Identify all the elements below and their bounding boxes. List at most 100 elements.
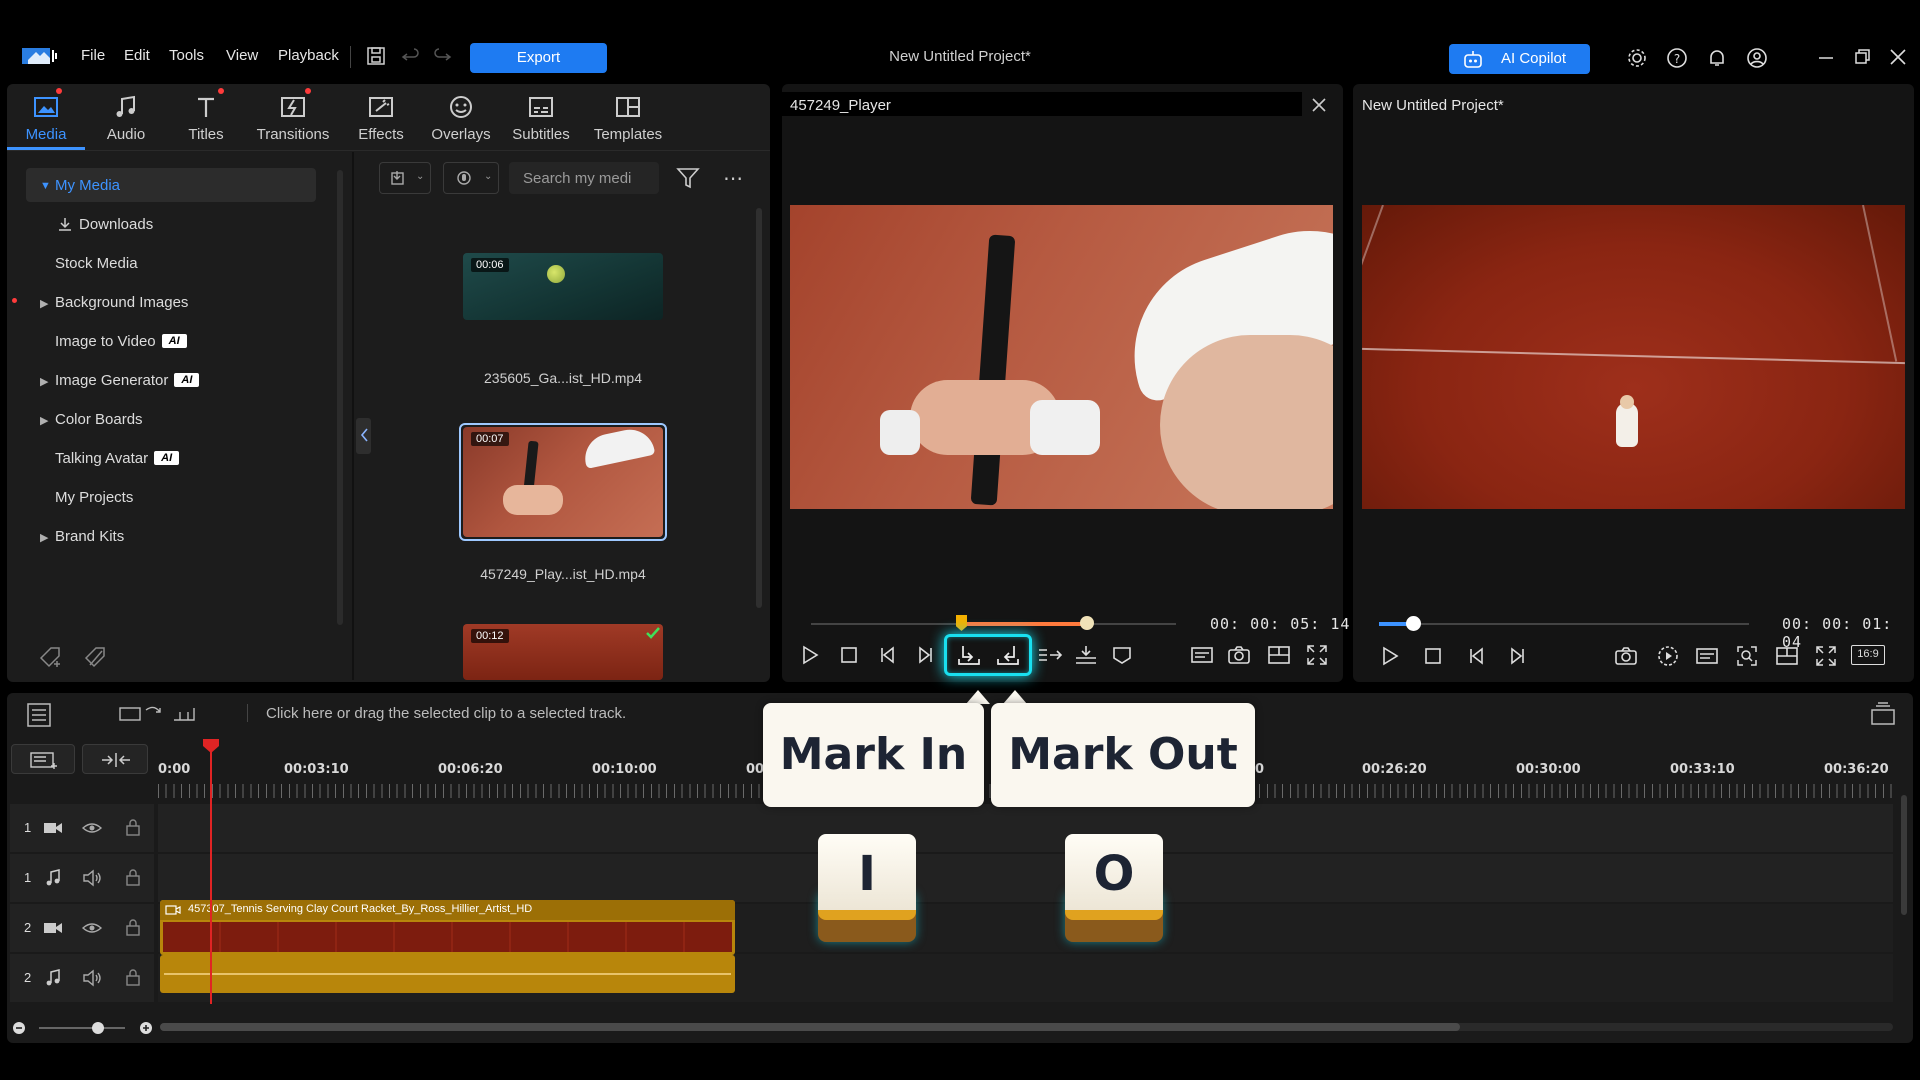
play-icon[interactable] bbox=[798, 643, 822, 667]
close-player-icon[interactable] bbox=[1311, 97, 1327, 113]
volume-speaker-icon[interactable] bbox=[82, 869, 102, 887]
tree-stock-media[interactable]: Stock Media bbox=[55, 255, 138, 272]
track-manager-button[interactable] bbox=[11, 744, 75, 774]
expand-caret-icon[interactable]: ▶ bbox=[40, 414, 48, 427]
close-icon[interactable] bbox=[1888, 47, 1912, 71]
tree-talking-avatar[interactable]: Talking Avatar AI bbox=[55, 450, 180, 467]
visibility-eye-icon[interactable] bbox=[82, 920, 102, 936]
overwrite-to-timeline-icon[interactable] bbox=[1073, 643, 1099, 667]
notification-bell-icon[interactable] bbox=[1706, 47, 1730, 71]
timeline-playhead[interactable] bbox=[210, 742, 212, 1004]
media-thumbnail-selected[interactable]: 00:07 bbox=[463, 427, 663, 537]
tree-downloads[interactable]: Downloads bbox=[79, 216, 153, 233]
save-icon[interactable] bbox=[366, 46, 390, 70]
subtitle-marker-icon[interactable] bbox=[1110, 643, 1134, 667]
tab-effects[interactable]: Effects bbox=[342, 92, 420, 143]
tab-transitions[interactable]: Transitions bbox=[253, 92, 333, 143]
settings-gear-icon[interactable] bbox=[1626, 47, 1650, 71]
fit-timeline-button[interactable] bbox=[82, 744, 148, 774]
lock-icon[interactable] bbox=[125, 818, 141, 836]
minimize-icon[interactable] bbox=[1816, 47, 1840, 71]
tab-titles[interactable]: Titles bbox=[167, 92, 245, 143]
tab-media[interactable]: Media bbox=[7, 92, 85, 143]
lock-icon[interactable] bbox=[125, 918, 141, 936]
import-media-button[interactable]: ⌄ bbox=[379, 162, 431, 194]
tree-image-generator[interactable]: Image Generator AI bbox=[55, 372, 200, 389]
video-track-1-lane[interactable] bbox=[158, 804, 1893, 852]
timeline-settings-icon[interactable] bbox=[1870, 702, 1896, 726]
help-icon[interactable]: ? bbox=[1666, 47, 1690, 71]
timeline-audio-clip[interactable] bbox=[160, 955, 735, 993]
next-frame-icon[interactable] bbox=[1505, 644, 1529, 668]
volume-speaker-icon[interactable] bbox=[82, 969, 102, 987]
redo-icon[interactable] bbox=[432, 46, 456, 70]
caption-icon[interactable] bbox=[1190, 643, 1214, 667]
aspect-ratio-button[interactable]: 16:9 bbox=[1851, 645, 1885, 665]
menu-tools[interactable]: Tools bbox=[169, 47, 204, 64]
render-preview-icon[interactable] bbox=[1656, 644, 1680, 668]
timeline-vertical-scrollbar[interactable] bbox=[1901, 795, 1907, 915]
fullscreen-icon[interactable] bbox=[1814, 644, 1838, 668]
ai-copilot-button[interactable]: AI Copilot bbox=[1449, 44, 1590, 74]
export-button[interactable]: Export bbox=[470, 43, 607, 73]
mark-in-icon[interactable] bbox=[956, 643, 982, 667]
tree-background-images[interactable]: Background Images bbox=[55, 294, 188, 311]
filter-icon[interactable] bbox=[676, 166, 700, 190]
menu-playback[interactable]: Playback bbox=[278, 47, 339, 64]
visibility-eye-icon[interactable] bbox=[82, 820, 102, 836]
insert-to-timeline-icon[interactable] bbox=[1037, 643, 1063, 667]
undo-icon[interactable] bbox=[401, 46, 425, 70]
safe-zone-icon[interactable] bbox=[1267, 643, 1291, 667]
expand-caret-icon[interactable]: ▶ bbox=[40, 297, 48, 310]
expand-caret-icon[interactable]: ▶ bbox=[40, 531, 48, 544]
snapshot-camera-icon[interactable] bbox=[1227, 643, 1251, 667]
tree-my-projects[interactable]: My Projects bbox=[55, 489, 133, 506]
remove-tag-icon[interactable] bbox=[83, 645, 109, 669]
stop-icon[interactable] bbox=[837, 643, 861, 667]
media-thumbnail[interactable]: 00:06 bbox=[463, 253, 663, 320]
tab-subtitles[interactable]: Subtitles bbox=[502, 92, 580, 143]
collapse-sidebar-button[interactable] bbox=[356, 418, 371, 454]
previous-frame-icon[interactable] bbox=[1465, 644, 1489, 668]
preview-scrub-track[interactable] bbox=[1379, 623, 1749, 625]
record-button[interactable]: ⌄ bbox=[443, 162, 499, 194]
search-input[interactable]: Search my medi bbox=[509, 162, 659, 194]
caption-icon[interactable] bbox=[1695, 644, 1719, 668]
tab-overlays[interactable]: Overlays bbox=[422, 92, 500, 143]
snapshot-camera-icon[interactable] bbox=[1614, 644, 1638, 668]
playhead-knob[interactable] bbox=[1080, 616, 1094, 630]
media-scrollbar[interactable] bbox=[756, 208, 762, 608]
media-thumbnail[interactable]: 00:12 bbox=[463, 624, 663, 680]
more-options-icon[interactable]: ⋯ bbox=[723, 166, 744, 191]
tab-templates[interactable]: Templates bbox=[584, 92, 672, 143]
audio-track-1-lane[interactable] bbox=[158, 854, 1893, 902]
lock-icon[interactable] bbox=[125, 868, 141, 886]
expand-caret-icon[interactable]: ▼ bbox=[40, 180, 51, 192]
horizontal-scroll-thumb[interactable] bbox=[160, 1023, 1460, 1031]
preview-video-frame[interactable] bbox=[1362, 205, 1905, 509]
zoom-slider-track[interactable] bbox=[39, 1027, 125, 1029]
zoom-preview-icon[interactable] bbox=[1735, 644, 1759, 668]
tree-scrollbar[interactable] bbox=[337, 170, 343, 625]
zoom-in-icon[interactable] bbox=[139, 1021, 153, 1035]
tree-brand-kits[interactable]: Brand Kits bbox=[55, 528, 124, 545]
timeline-mode-icon[interactable] bbox=[26, 702, 52, 728]
expand-caret-icon[interactable]: ▶ bbox=[40, 375, 48, 388]
preview-playhead-knob[interactable] bbox=[1406, 616, 1421, 631]
zoom-slider-knob[interactable] bbox=[92, 1022, 104, 1034]
lock-icon[interactable] bbox=[125, 968, 141, 986]
tab-audio[interactable]: Audio bbox=[87, 92, 165, 143]
account-icon[interactable] bbox=[1746, 47, 1770, 71]
fullscreen-icon[interactable] bbox=[1305, 643, 1329, 667]
timeline-hint[interactable]: Click here or drag the selected clip to … bbox=[266, 705, 626, 722]
play-icon[interactable] bbox=[1378, 644, 1402, 668]
tools-menu-icon[interactable] bbox=[118, 702, 202, 726]
tree-color-boards[interactable]: Color Boards bbox=[55, 411, 143, 428]
menu-view[interactable]: View bbox=[226, 47, 258, 64]
restore-icon[interactable] bbox=[1852, 47, 1876, 71]
zoom-out-icon[interactable] bbox=[12, 1021, 26, 1035]
previous-frame-icon[interactable] bbox=[876, 643, 900, 667]
mark-out-icon[interactable] bbox=[995, 643, 1021, 667]
menu-edit[interactable]: Edit bbox=[124, 47, 150, 64]
safe-zone-icon[interactable] bbox=[1775, 644, 1799, 668]
